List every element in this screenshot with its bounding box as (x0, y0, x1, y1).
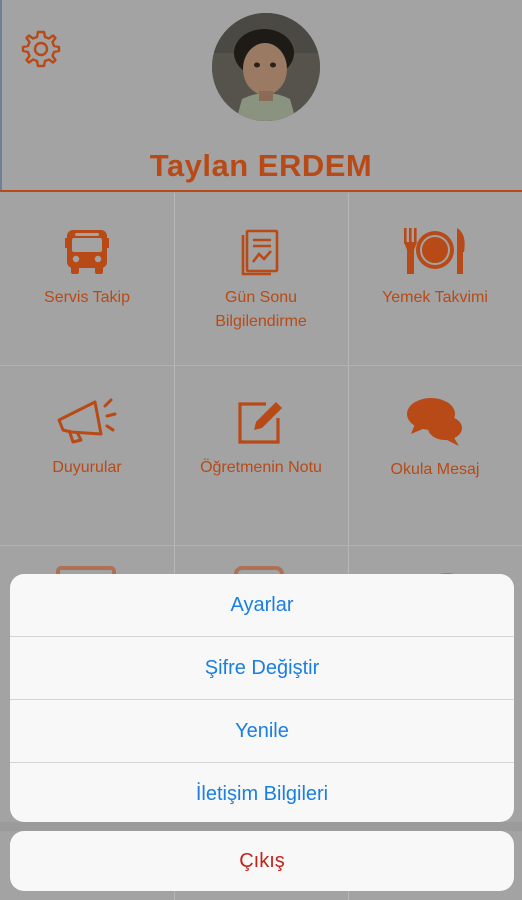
yenile-option[interactable]: Yenile (10, 700, 514, 763)
report-icon (241, 229, 279, 276)
grid-row-divider (0, 365, 522, 366)
tile-label: Servis Takip (44, 289, 130, 306)
cikis-button[interactable]: Çıkış (10, 831, 514, 891)
edit-icon (238, 402, 282, 444)
ayarlar-option[interactable]: Ayarlar (10, 574, 514, 637)
tile-label: Duyurular (52, 459, 122, 476)
menu-tile-servis-takip[interactable]: Servis Takip (0, 224, 174, 310)
avatar[interactable] (212, 13, 320, 121)
megaphone-icon (57, 398, 117, 444)
menu-tile-okula-mesaj[interactable]: Okula Mesaj (348, 396, 522, 482)
menu-tile-duyurular[interactable]: Duyurular (0, 396, 174, 480)
action-sheet: Ayarlar Şifre Değiştir Yenile İletişim B… (10, 574, 514, 822)
grid-row-divider (0, 545, 522, 546)
tile-label: Yemek Takvimi (382, 289, 488, 306)
profile-name: Taylan ERDEM (149, 148, 373, 183)
chat-icon (407, 398, 462, 446)
gear-icon[interactable] (20, 28, 62, 70)
bottom-strip (0, 822, 522, 831)
menu-tile-ogretmenin-notu[interactable]: Öğretmenin Notu (174, 396, 348, 480)
cutlery-icon (404, 228, 465, 274)
tile-label: Gün Sonu Bilgilendirme (215, 289, 307, 330)
header-divider (0, 190, 522, 192)
tile-label: Öğretmenin Notu (200, 459, 322, 476)
menu-tile-gun-sonu[interactable]: Gün Sonu Bilgilendirme (174, 224, 348, 334)
sifre-degistir-option[interactable]: Şifre Değiştir (10, 637, 514, 700)
iletisim-bilgileri-option[interactable]: İletişim Bilgileri (10, 763, 514, 822)
tile-label: Okula Mesaj (390, 461, 480, 478)
bus-icon (65, 230, 109, 274)
menu-tile-yemek-takvimi[interactable]: Yemek Takvimi (348, 224, 522, 310)
